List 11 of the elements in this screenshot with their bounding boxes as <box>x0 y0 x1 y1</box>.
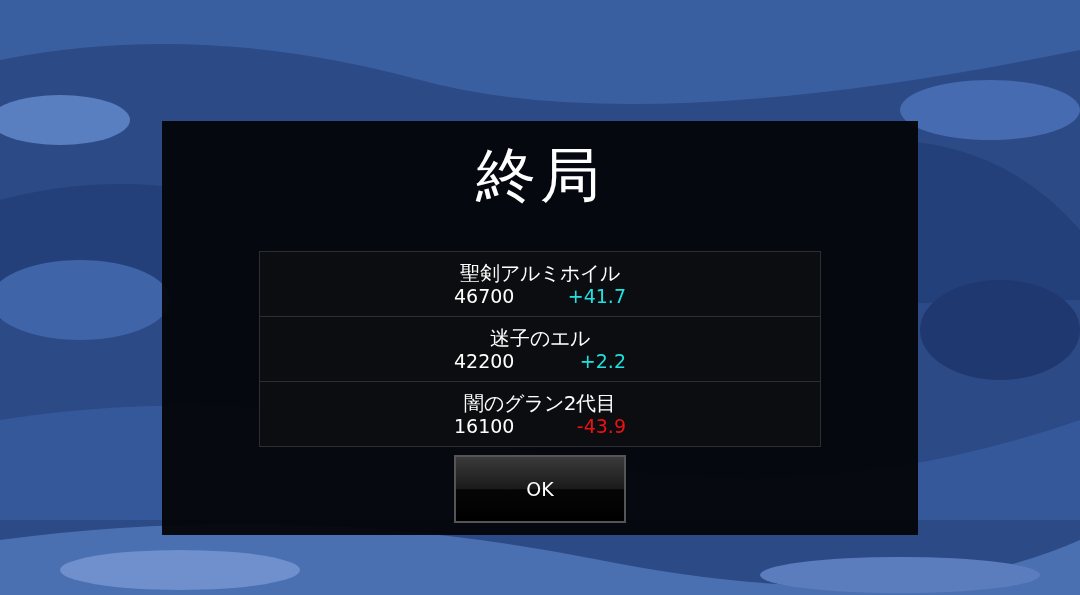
player-score: 16100 <box>454 414 515 437</box>
score-change: -43.9 <box>576 414 626 437</box>
score-change: +2.2 <box>579 349 626 372</box>
player-score: 46700 <box>454 284 515 307</box>
player-name: 迷子のエル <box>490 326 590 350</box>
dialog-title: 終局 <box>476 145 604 205</box>
score-change: +41.7 <box>567 284 626 307</box>
player-score: 42200 <box>454 349 515 372</box>
player-name: 聖剣アルミホイル <box>460 261 620 285</box>
ok-button[interactable]: OK <box>454 455 626 523</box>
player-name: 闇のグラン2代目 <box>463 391 617 415</box>
